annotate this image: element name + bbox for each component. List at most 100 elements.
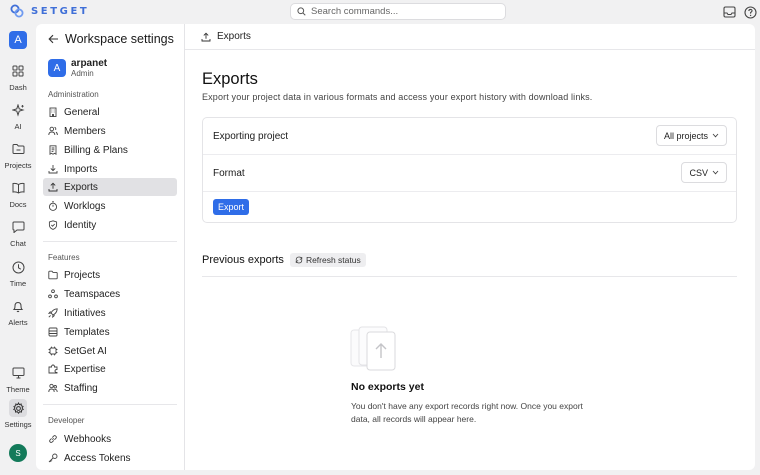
ai-chip-icon	[48, 346, 58, 356]
export-card: Exporting project All projects Format CS…	[202, 117, 737, 223]
rail-item-dash[interactable]: Dash	[0, 62, 36, 92]
main-panel: Exports Exports Export your project data…	[185, 24, 755, 470]
receipt-icon	[49, 145, 57, 155]
inbox-icon[interactable]	[722, 5, 736, 19]
section-developer: Developer	[48, 416, 85, 425]
sidebar-item-label: SetGet AI	[64, 345, 107, 357]
sidebar-item-billing[interactable]: Billing & Plans	[43, 141, 177, 159]
row-label: Format	[213, 167, 245, 179]
empty-exports-icon	[345, 324, 397, 377]
breadcrumb: Exports	[185, 24, 755, 50]
workspace-user: A arpanet Admin	[48, 58, 107, 78]
sidebar-item-expertise[interactable]: Expertise	[43, 360, 177, 378]
rail-label: Theme	[6, 385, 30, 394]
sidebar-item-label: Identity	[64, 219, 97, 231]
sidebar-item-imports[interactable]: Imports	[43, 160, 177, 178]
rail-item-time[interactable]: Time	[0, 258, 36, 288]
building-icon	[49, 107, 57, 117]
brand-logo-icon	[10, 4, 24, 18]
sidebar-item-access-tokens[interactable]: Access Tokens	[43, 449, 177, 467]
format-select[interactable]: CSV	[681, 162, 727, 183]
section-features: Features	[48, 253, 80, 262]
sidebar-item-webhooks[interactable]: Webhooks	[43, 430, 177, 448]
clock-icon	[9, 258, 27, 276]
gear-icon	[9, 399, 27, 417]
sidebar-item-worklogs[interactable]: Worklogs	[43, 197, 177, 215]
rail-label: Alerts	[8, 318, 28, 327]
rail-item-ai[interactable]: AI	[0, 101, 36, 131]
brand-name: SETGET	[31, 5, 90, 17]
project-select[interactable]: All projects	[655, 125, 727, 146]
empty-state-title: No exports yet	[351, 381, 424, 393]
workspace-avatar: A	[48, 59, 66, 77]
row-label: Exporting project	[213, 130, 289, 142]
sidebar-item-label: Initiatives	[64, 307, 106, 319]
sidebar-item-identity[interactable]: Identity	[43, 216, 177, 234]
search-icon	[297, 7, 306, 16]
sidebar-item-members[interactable]: Members	[43, 122, 177, 140]
chevron-down-icon	[712, 133, 719, 138]
rail-label: Time	[9, 279, 27, 288]
folder-icon	[9, 140, 27, 158]
link-icon	[49, 435, 57, 443]
folder-icon	[48, 270, 58, 280]
icon-rail: A Dash AI Projects Docs Chat Time Alerts…	[0, 24, 36, 475]
back-arrow-icon[interactable]	[48, 34, 59, 44]
select-value: All projects	[663, 130, 708, 141]
workspace-switcher[interactable]: A	[9, 31, 27, 49]
sidebar-item-initiatives[interactable]: Initiatives	[43, 304, 177, 322]
book-icon	[9, 179, 27, 197]
rail-label: Projects	[4, 161, 32, 170]
users-icon	[48, 126, 58, 136]
export-button[interactable]: Export	[213, 199, 250, 215]
puzzle-icon	[48, 364, 58, 374]
format-row: Format CSV	[203, 155, 736, 192]
rail-label: Dash	[9, 83, 27, 92]
sidebar-item-label: Exports	[64, 181, 98, 193]
sidebar-item-setget-ai[interactable]: SetGet AI	[43, 342, 177, 360]
sidebar-item-exports[interactable]: Exports	[43, 178, 177, 196]
team-icon	[48, 289, 58, 299]
sidebar-item-label: Billing & Plans	[64, 144, 128, 156]
rail-item-projects[interactable]: Projects	[0, 140, 36, 170]
sidebar-item-label: Worklogs	[64, 200, 106, 212]
stopwatch-icon	[48, 201, 58, 211]
sidebar-item-label: Teamspaces	[64, 288, 121, 300]
command-search[interactable]	[290, 3, 506, 20]
section-divider	[202, 276, 737, 277]
rail-label: AI	[14, 122, 22, 131]
sidebar-item-general[interactable]: General	[43, 103, 177, 121]
breadcrumb-label: Exports	[217, 31, 251, 42]
rail-label: Chat	[10, 239, 26, 248]
sidebar-item-templates[interactable]: Templates	[43, 323, 177, 341]
search-input[interactable]	[311, 6, 496, 17]
refresh-label: Refresh status	[305, 255, 361, 265]
empty-state-description: You don't have any export records right …	[351, 401, 583, 424]
user-group-icon	[48, 383, 58, 393]
user-role: Admin	[71, 69, 94, 78]
shield-icon	[48, 220, 58, 230]
user-avatar[interactable]: S	[9, 444, 27, 462]
upload-icon	[48, 182, 58, 192]
sidebar-item-projects[interactable]: Projects	[43, 266, 177, 284]
section-administration: Administration	[48, 90, 99, 99]
sidebar-item-staffing[interactable]: Staffing	[43, 379, 177, 397]
exporting-project-row: Exporting project All projects	[203, 118, 736, 155]
sidebar-item-label: Webhooks	[64, 433, 112, 445]
bell-icon	[9, 297, 27, 315]
refresh-status-button[interactable]: Refresh status	[289, 253, 366, 267]
rail-item-settings[interactable]: Settings	[0, 399, 36, 429]
sidebar-divider	[43, 404, 177, 405]
sidebar-divider	[43, 241, 177, 242]
sidebar-item-label: Templates	[64, 326, 110, 338]
rail-item-alerts[interactable]: Alerts	[0, 297, 36, 327]
rail-item-theme[interactable]: Theme	[0, 364, 36, 394]
rail-item-chat[interactable]: Chat	[0, 218, 36, 248]
refresh-icon	[295, 256, 303, 264]
select-value: CSV	[689, 167, 708, 178]
help-icon[interactable]	[743, 5, 757, 19]
brand-logo[interactable]: SETGET	[10, 4, 89, 18]
rail-label: Settings	[4, 420, 32, 429]
sidebar-item-teamspaces[interactable]: Teamspaces	[43, 285, 177, 303]
rail-item-docs[interactable]: Docs	[0, 179, 36, 209]
